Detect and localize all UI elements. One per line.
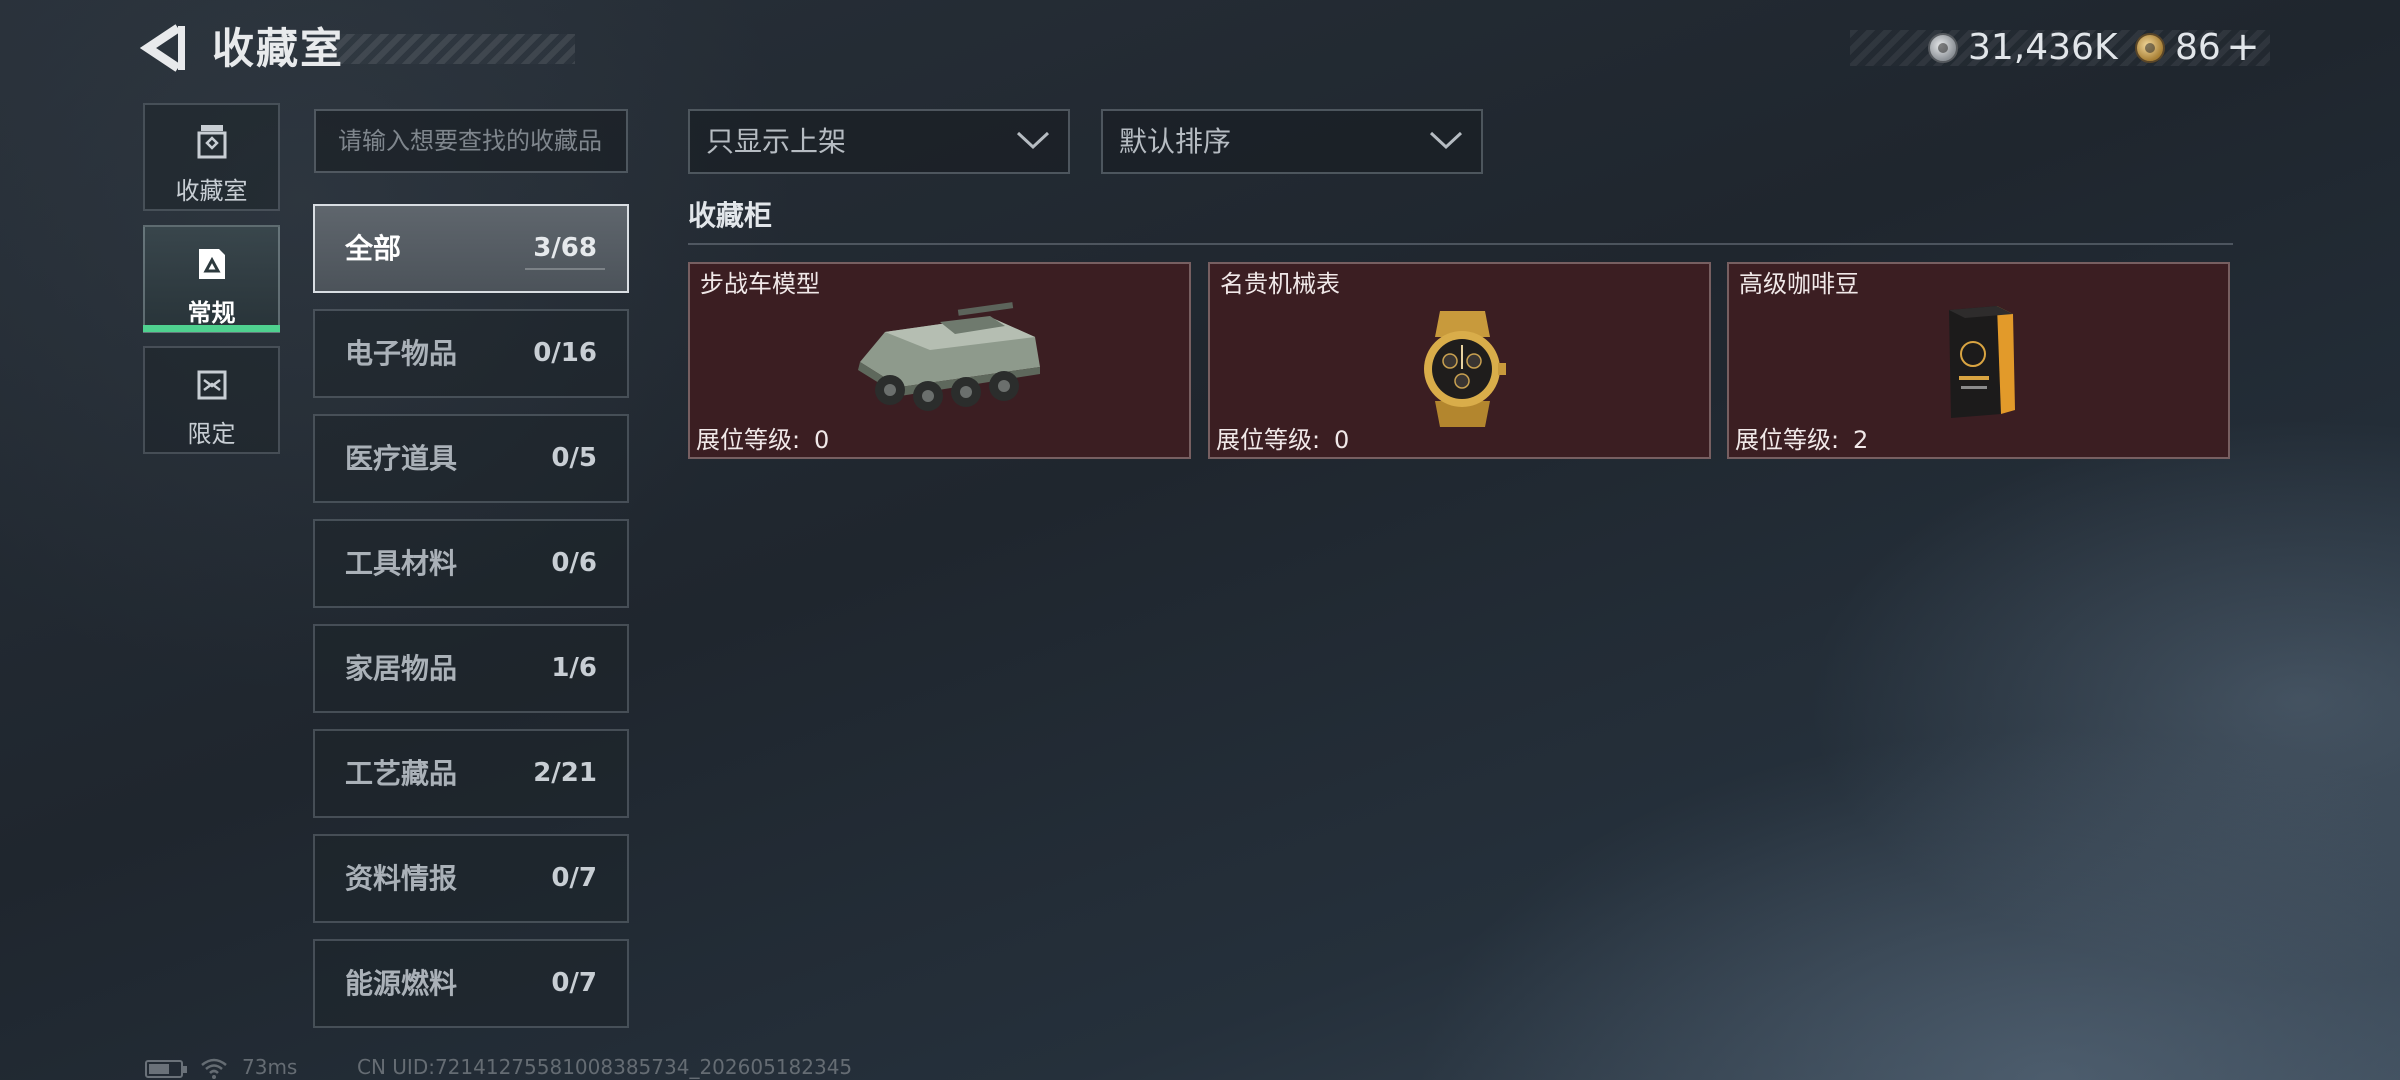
dropdown-value: 默认排序 [1119,125,1232,158]
nav-label: 常规 [187,299,236,327]
category-all[interactable]: 全部 3/68 [313,204,629,293]
category-count: 0/5 [551,443,597,473]
category-count: 0/7 [551,863,597,893]
nav-item-limited[interactable]: 限定 [143,346,280,454]
card-title: 名贵机械表 [1220,270,1340,298]
section-title: 收藏柜 [688,199,773,232]
category-count: 2/21 [533,758,597,788]
coffee-beans-icon [1949,306,2015,418]
collectible-card[interactable]: 名贵机械表 展位等级: 0 [1208,262,1711,459]
dropdown-value: 只显示上架 [706,125,847,158]
currency-secondary: 86 [2175,27,2221,68]
booth-level-label: 展位等级: [1735,426,1840,454]
category-label: 能源燃料 [345,967,458,1000]
collectible-card[interactable]: 高级咖啡豆 展位等级: 2 [1727,262,2230,459]
shelf-filter-dropdown[interactable]: 只显示上架 [688,109,1070,174]
category-label: 全部 [345,232,402,265]
search-input[interactable] [314,109,628,173]
nav-item-regular[interactable]: 常规 [143,225,280,333]
booth-level-label: 展位等级: [1216,426,1321,454]
back-arrow-icon [139,24,185,72]
booth-level-value: 0 [814,426,830,454]
active-indicator [143,325,280,332]
nav-label: 限定 [187,420,236,448]
category-count: 0/7 [551,968,597,998]
count-underline [525,268,605,270]
category-count: 0/6 [551,548,597,578]
nav-item-collection-room[interactable]: 收藏室 [143,103,280,211]
booth-level-label: 展位等级: [696,426,801,454]
category-label: 资料情报 [345,862,458,895]
category-crafts[interactable]: 工艺藏品 2/21 [313,729,629,818]
add-currency-button[interactable]: + [2225,24,2261,72]
category-count: 0/16 [533,338,597,368]
category-fuel[interactable]: 能源燃料 0/7 [313,939,629,1028]
category-household[interactable]: 家居物品 1/6 [313,624,629,713]
silver-coin-icon [1928,33,1958,63]
collection-room-icon [197,125,226,159]
category-tools[interactable]: 工具材料 0/6 [313,519,629,608]
nav-label: 收藏室 [175,177,248,205]
category-count: 3/68 [533,233,597,263]
limited-icon [197,370,226,400]
category-electronics[interactable]: 电子物品 0/16 [313,309,629,398]
category-label: 电子物品 [345,337,458,370]
luxury-watch-icon [1424,311,1506,427]
category-label: 工具材料 [345,547,458,580]
gold-coin-icon [2135,33,2165,63]
category-intel[interactable]: 资料情报 0/7 [313,834,629,923]
category-label: 工艺藏品 [345,757,458,790]
card-title: 步战车模型 [700,270,820,298]
category-count: 1/6 [551,653,597,683]
page-title: 收藏室 [212,24,345,73]
card-title: 高级咖啡豆 [1739,270,1859,298]
section-divider [688,243,2233,245]
booth-level-value: 0 [1334,426,1350,454]
category-medical[interactable]: 医疗道具 0/5 [313,414,629,503]
back-button[interactable] [139,22,190,74]
category-label: 医疗道具 [345,442,458,475]
ping-text: 73ms [242,1055,298,1079]
collectible-card[interactable]: 步战车模型 展位等级: 0 [688,262,1191,459]
currency-primary: 31,436K [1968,27,2118,68]
chevron-down-icon [1429,131,1463,150]
sort-dropdown[interactable]: 默认排序 [1101,109,1483,174]
ifv-model-icon [858,302,1040,411]
chevron-down-icon [1016,131,1050,150]
title-decoration [330,34,575,64]
battery-icon [145,1060,187,1078]
regular-icon [198,249,225,279]
category-label: 家居物品 [345,652,458,685]
booth-level-value: 2 [1853,426,1869,454]
uid-text: CN UID:72141275581008385734_202605182345 [357,1055,853,1079]
wifi-icon [201,1058,227,1079]
